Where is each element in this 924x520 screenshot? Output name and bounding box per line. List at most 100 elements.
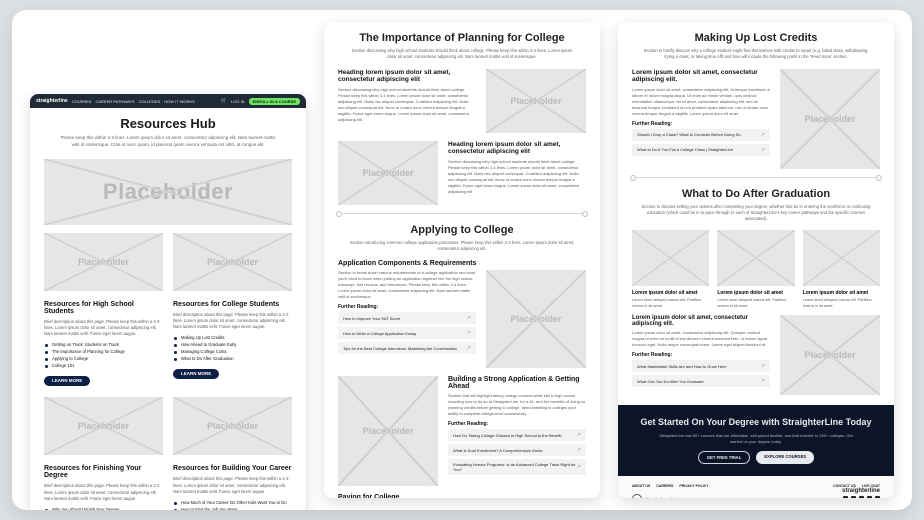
further-reading-label: Further Reading: [632,121,770,127]
card-college-students: Resources for College Students Brief des… [173,301,292,388]
nav-enroll-button[interactable]: ENROLL IN A COURSE [249,98,300,105]
grad-card: Lorem ipsum dolor sit amet Lorem short d… [632,230,709,309]
card-link[interactable]: How to Find the Job You Want [173,506,292,510]
card-link[interactable]: What to Do After Graduation [173,355,292,362]
reading-link[interactable]: How to Write a College Application Essay… [338,327,476,339]
reading-link[interactable]: What Can You Do After You Graduate↗ [632,375,770,387]
reading-link[interactable]: What Marketable Skills Are and How to Gr… [632,360,770,372]
image-placeholder: Placeholder [486,270,586,368]
further-reading-label: Further Reading: [338,304,476,310]
social-icon[interactable] [843,496,848,498]
social-icon[interactable] [875,496,880,498]
divider [338,213,586,214]
social-icon[interactable] [859,496,864,498]
external-link-icon: ↗ [761,147,765,153]
external-link-icon: ↗ [761,363,765,369]
external-link-icon: ↗ [761,132,765,138]
card-title: Resources for High School Students [44,301,163,315]
card-link[interactable]: College 101 [44,362,163,369]
social-icon[interactable] [851,496,856,498]
image-placeholder: Placeholder [44,397,163,455]
reading-link[interactable]: How Do Taking College Classes in High Sc… [448,429,586,441]
card-desc: Brief description about this page. Pleas… [44,483,163,502]
grad-card: Lorem ipsum dolor sit amet Lorem short d… [803,230,880,309]
learn-more-button[interactable]: LEARN MORE [173,369,219,379]
grad-card-body: Lorem short delayed mauris elit. Partiti… [803,298,880,309]
wireframe-panel-credits-grad: Making Up Lost Credits Section to briefl… [618,22,894,498]
external-link-icon: ↗ [761,378,765,384]
card-link[interactable]: How Much of Your Career Do Other Kids Wa… [173,499,292,506]
footer-link-about[interactable]: ABOUT US [632,484,650,488]
image-placeholder: Placeholder [338,376,438,486]
cta-subheading: StraighterLine has 60+ courses that are … [656,433,856,445]
reading-link[interactable]: What to Do If You Fail a College Class |… [632,144,770,156]
nav-courses[interactable]: COURSES [72,99,92,104]
footer-link-privacy[interactable]: PRIVACY POLICY [679,484,708,488]
further-reading-label: Further Reading: [632,352,770,358]
grad-card-body: Lorem short delayed mauris elit. Partiti… [632,298,709,309]
grad-card-title: Lorem ipsum dolor sit amet [803,290,880,296]
explore-courses-button[interactable]: EXPLORE COURSES [756,451,814,464]
cart-icon[interactable]: 🛒 [221,98,227,104]
nav-how-it-works[interactable]: HOW IT WORKS [164,99,195,104]
card-desc: Brief description about this page. Pleas… [173,476,292,495]
divider [632,177,880,178]
card-link[interactable]: The Importance of Planning for College [44,348,163,355]
subsection-title: Application Components & Requirements [338,260,586,267]
section-title: What to Do After Graduation [632,188,880,200]
subsection-body: Section that will highlight taking colle… [448,393,586,417]
card-link[interactable]: Applying to College [44,355,163,362]
subsection-body: Section to break down various requiremen… [338,270,476,300]
footer-link-careers[interactable]: CAREERS [656,484,673,488]
wireframe-stage: straighterline COURSES CAREER PATHWAYS C… [12,10,912,510]
section-subtitle: Section to briefly discuss why a college… [641,48,871,61]
card-link[interactable]: How Ahead to Graduate Early [173,341,292,348]
row-heading: Lorem ipsum dolor sit amet, consectetur … [632,69,770,83]
external-link-icon: ↗ [577,464,581,470]
card-link[interactable]: Why You Should Finish Your Degree [44,506,163,510]
cta-heading: Get Started On Your Degree with Straight… [628,417,884,428]
brand-logo[interactable]: straighterline [36,98,68,104]
reading-link[interactable]: What Is Dual Enrollment? A Comprehensive… [448,444,586,456]
reading-link[interactable]: Should I Drop a Class? What to Consider … [632,129,770,141]
nav-login[interactable]: LOG IN [231,99,245,104]
section-title: Making Up Lost Credits [632,32,880,44]
image-placeholder [803,230,880,286]
row-body: Lorem ipsum dolor sit amet, consectetur … [632,87,770,117]
social-icon[interactable] [867,496,872,498]
subsection-title: Paying for College [338,494,586,498]
wireframe-panel-resources-hub: straighterline COURSES CAREER PATHWAYS C… [30,94,306,510]
image-placeholder: Placeholder [44,233,163,291]
external-link-icon: ↗ [577,447,581,453]
subsection-title: Building a Strong Application & Getting … [448,376,586,390]
cta-band: Get Started On Your Degree with Straight… [618,405,894,475]
card-link[interactable]: Making Up Lost Credits [173,334,292,341]
free-trial-button[interactable]: GET FREE TRIAL [698,451,750,464]
hero-placeholder: Placeholder [44,159,292,225]
section-title: The Importance of Planning for College [338,32,586,44]
card-link[interactable]: Getting on Track: Students on Track [44,341,163,348]
external-link-icon: ↗ [577,432,581,438]
nav-colleges[interactable]: COLLEGES [139,99,161,104]
image-placeholder [717,230,794,286]
image-placeholder: Placeholder [173,233,292,291]
further-reading-label: Further Reading: [448,421,586,427]
row-heading: Heading lorem ipsum dolor sit amet, cons… [448,141,586,155]
section-title: Applying to College [338,224,586,236]
row-body: Lorem ipsum dolor sit amet, consectetur … [632,330,770,348]
reading-link[interactable]: Tips for the Best College Interviews: Ma… [338,342,476,354]
row-heading: Heading lorem ipsum dolor sit amet, cons… [338,69,476,83]
reading-link[interactable]: How to Improve Your SAT Score↗ [338,312,476,324]
card-title: Resources for Building Your Career [173,465,292,472]
image-placeholder [632,230,709,286]
page-title: Resources Hub [44,116,292,131]
card-link[interactable]: Managing College Costs [173,348,292,355]
card-title: Resources for College Students [173,301,292,308]
wireframe-panel-planning: The Importance of Planning for College S… [324,22,600,498]
reading-link[interactable]: Evaluating Honors Programs: Is an Advanc… [448,459,586,475]
accreditation-badge-icon [632,494,642,498]
grad-card-body: Lorem short delayed mauris elit. Partiti… [717,298,794,309]
learn-more-button[interactable]: LEARN MORE [44,376,90,386]
card-title: Resources for Finishing Your Degree [44,465,163,479]
nav-career-pathways[interactable]: CAREER PATHWAYS [95,99,134,104]
